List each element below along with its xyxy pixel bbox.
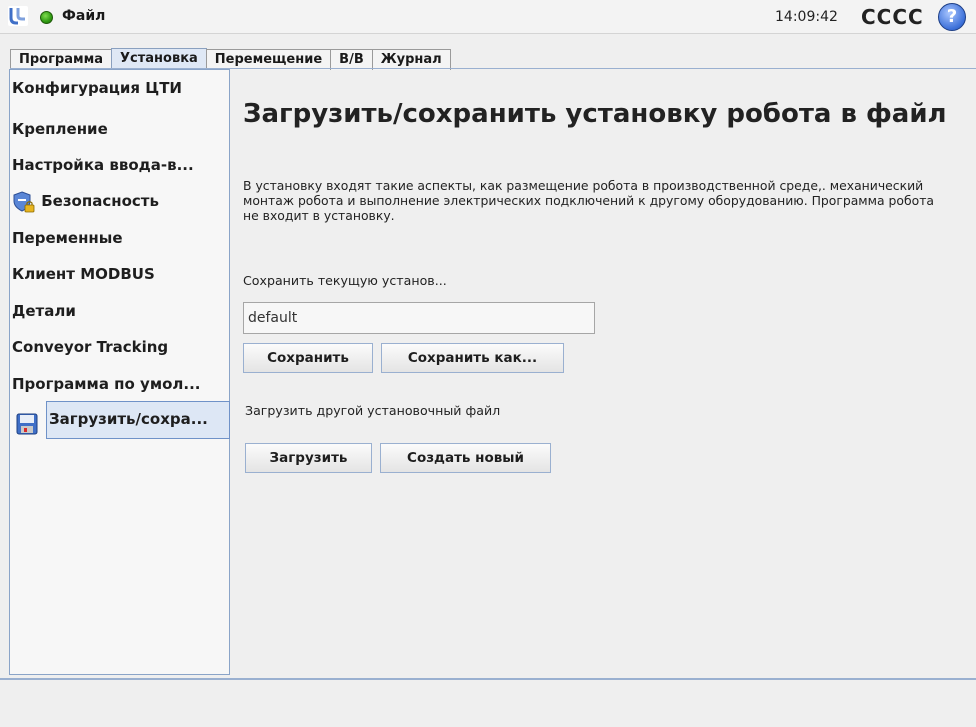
save-section-label: Сохранить текущую установ... [243,273,447,288]
footer-divider [0,678,976,680]
tab-installation[interactable]: Установка [111,48,207,70]
installation-sidebar: Конфигурация ЦТИ Крепление Настройка вво… [9,69,230,675]
sidebar-item-mounting[interactable]: Крепление [10,114,108,144]
top-bar: Файл 14:09:42 CCCC ? [0,0,976,34]
sidebar-item-load-save[interactable]: Загрузить/сохра... [46,401,230,439]
main-tabs: Программа Установка Перемещение В/В Журн… [10,46,451,70]
sidebar-item-label: Программа по умол... [12,375,201,393]
sidebar-item-variables[interactable]: Переменные [10,223,123,253]
sidebar-item-label: Переменные [12,229,123,247]
clock: 14:09:42 [775,9,838,25]
save-as-button[interactable]: Сохранить как... [381,343,564,373]
tab-move[interactable]: Перемещение [205,49,332,70]
sidebar-item-label: Крепление [12,120,108,138]
sidebar-item-safety[interactable]: Безопасность [10,186,159,216]
sidebar-item-label: Детали [12,302,76,320]
sidebar-item-label: Безопасность [41,192,159,210]
file-menu[interactable]: Файл [62,8,105,24]
shield-lock-icon [13,190,35,212]
sidebar-item-default-program[interactable]: Программа по умол... [10,369,200,399]
robot-name: CCCC [861,5,924,29]
installation-filename-input[interactable] [243,302,595,334]
sidebar-item-label: Настройка ввода-в... [12,156,194,174]
create-new-button[interactable]: Создать новый [380,443,551,473]
tab-log[interactable]: Журнал [371,49,451,70]
floppy-disk-icon [16,413,38,434]
load-section-label: Загрузить другой установочный файл [245,403,501,418]
sidebar-item-features[interactable]: Детали [10,296,76,326]
page-title: Загрузить/сохранить установку робота в ф… [243,99,947,129]
load-button[interactable]: Загрузить [245,443,372,473]
sidebar-item-tcp-config[interactable]: Конфигурация ЦТИ [10,73,182,103]
page-description: В установку входят такие аспекты, как ра… [243,178,935,223]
sidebar-item-io-setup[interactable]: Настройка ввода-в... [10,150,194,180]
sidebar-item-label: Клиент MODBUS [12,265,155,283]
tab-io[interactable]: В/В [330,49,373,70]
sidebar-item-label: Загрузить/сохра... [49,410,208,428]
sidebar-item-conveyor-tracking[interactable]: Conveyor Tracking [10,332,168,362]
sidebar-item-modbus[interactable]: Клиент MODBUS [10,259,155,289]
help-button[interactable]: ? [938,3,966,31]
save-button[interactable]: Сохранить [243,343,373,373]
ur-logo-icon [8,6,28,26]
robot-status-indicator [40,11,53,24]
tab-program[interactable]: Программа [10,49,113,70]
sidebar-item-label: Конфигурация ЦТИ [12,79,182,97]
sidebar-item-label: Conveyor Tracking [12,338,169,356]
sidebar-item-load-save-icon-wrap [14,408,38,438]
